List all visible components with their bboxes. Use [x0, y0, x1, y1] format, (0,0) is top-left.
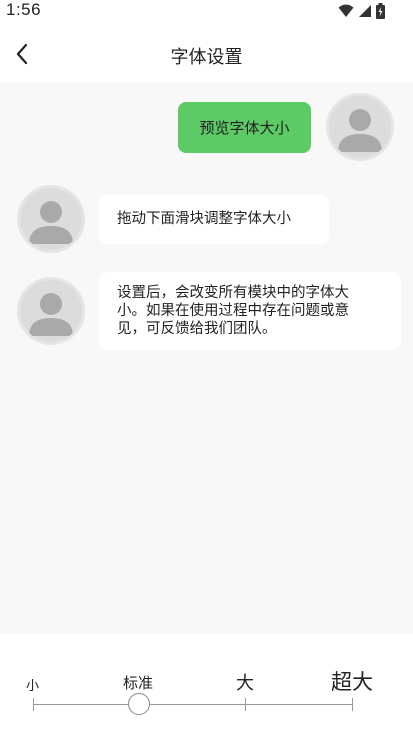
avatar-icon [329, 96, 391, 158]
slider-thumb[interactable] [128, 693, 150, 715]
status-bar: 1:56 [0, 0, 413, 24]
chat-bubble-text: 拖动下面滑块调整字体大小 [117, 211, 291, 227]
status-time: 1:56 [6, 0, 42, 19]
slider-tick [352, 698, 353, 711]
slider-track[interactable] [33, 704, 353, 705]
avatar [17, 277, 85, 345]
battery-icon [376, 3, 385, 19]
avatar-icon [20, 188, 82, 250]
chat-bubble-text-line: 小。如果在使用过程中存在问题或意 [117, 303, 349, 319]
slider-tick [33, 698, 34, 711]
slider-tick [245, 698, 246, 711]
status-icons [338, 3, 385, 19]
chat-bubble-text-line: 见，可反馈给我们团队。 [117, 321, 277, 337]
avatar [326, 93, 394, 161]
avatar-icon [20, 280, 82, 342]
signal-icon [359, 5, 371, 17]
size-label-extra-large[interactable]: 超大 [331, 666, 373, 696]
chat-preview-area: 预览字体大小 拖动下面滑块调整字体大小 设置后，会改变所有模块中的字体大 小。如… [0, 82, 413, 634]
size-label-standard[interactable]: 标准 [123, 672, 153, 693]
chat-bubble: 设置后，会改变所有模块中的字体大 小。如果在使用过程中存在问题或意 见，可反馈给… [99, 272, 401, 350]
preview-bubble-text: 预览字体大小 [199, 118, 290, 137]
top-bar: 字体设置 [0, 24, 413, 82]
chat-bubble-text-line: 设置后，会改变所有模块中的字体大 [117, 285, 349, 301]
avatar [17, 185, 85, 253]
size-label-small[interactable]: 小 [26, 675, 39, 694]
page-title: 字体设置 [170, 47, 243, 68]
preview-bubble: 预览字体大小 [178, 102, 311, 153]
wifi-icon [338, 4, 354, 17]
size-label-large[interactable]: 大 [236, 669, 254, 695]
font-size-slider-panel: 小 标准 大 超大 [0, 634, 413, 734]
chat-bubble: 拖动下面滑块调整字体大小 [99, 195, 329, 244]
